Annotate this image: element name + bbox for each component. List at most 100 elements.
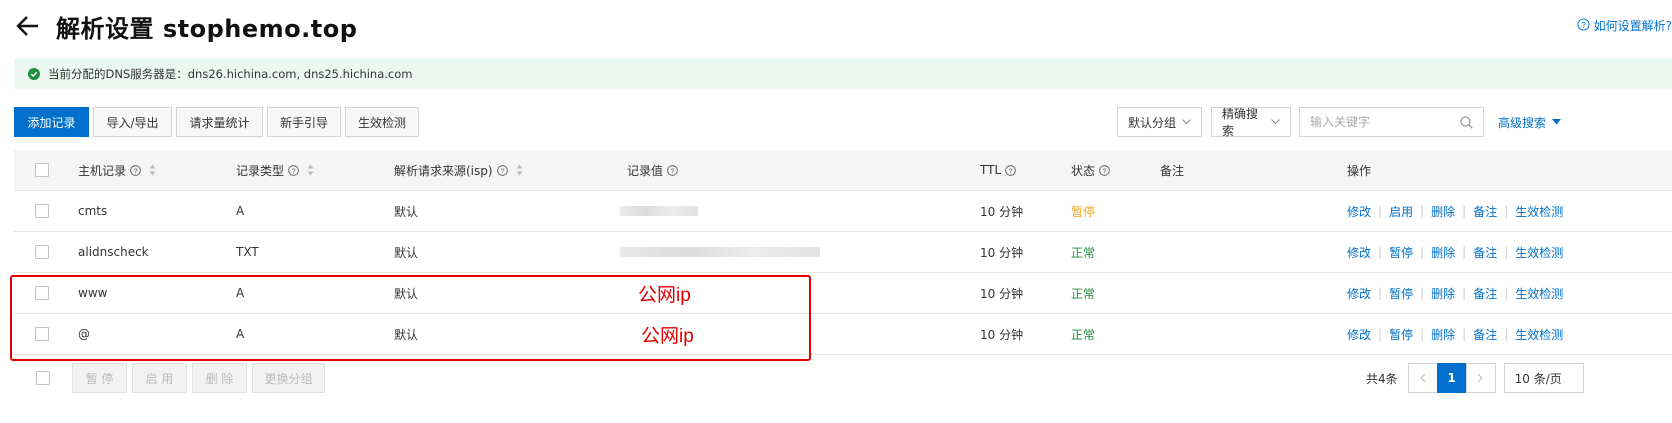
advanced-search-label: 高级搜索: [1498, 115, 1547, 130]
column-isp[interactable]: 解析请求来源(isp) ?: [394, 150, 523, 190]
pause-link[interactable]: 暂停: [1389, 285, 1413, 302]
divider: |: [1378, 245, 1383, 259]
next-page-button[interactable]: [1465, 363, 1496, 393]
search-mode-select[interactable]: 精确搜索: [1211, 107, 1291, 138]
divider: |: [1378, 327, 1383, 341]
delete-link[interactable]: 删除: [1431, 326, 1455, 343]
svg-text:?: ?: [1102, 166, 1106, 175]
question-circle-icon: ?: [1577, 17, 1590, 34]
question-circle-icon[interactable]: ?: [1005, 164, 1016, 176]
effect-check-link[interactable]: 生效检测: [1515, 244, 1563, 261]
ttl-cell: 10 分钟: [980, 245, 1024, 260]
page-size-select[interactable]: 10 条/页: [1503, 363, 1584, 393]
divider: |: [1462, 204, 1467, 218]
column-type-label: 记录类型: [236, 163, 285, 178]
question-circle-icon[interactable]: ?: [1099, 164, 1110, 176]
page-size-value: 10 条/页: [1514, 371, 1562, 386]
divider: |: [1504, 204, 1509, 218]
search-icon[interactable]: [1460, 116, 1473, 132]
column-actions: 操作: [1347, 150, 1371, 190]
divider: |: [1462, 327, 1467, 341]
batch-enable-button[interactable]: 启 用: [132, 363, 187, 393]
effect-check-link[interactable]: 生效检测: [1515, 203, 1563, 220]
group-select-value: 默认分组: [1128, 115, 1177, 130]
beginner-guide-button[interactable]: 新手引导: [267, 107, 341, 137]
back-arrow-icon[interactable]: [14, 12, 42, 40]
batch-pause-button[interactable]: 暂 停: [72, 363, 127, 393]
help-link-label: 如何设置解析?: [1593, 19, 1672, 33]
svg-text:?: ?: [1581, 19, 1586, 29]
host-cell: www: [78, 286, 108, 300]
question-circle-icon[interactable]: ?: [667, 164, 678, 176]
dns-server-notice: 当前分配的DNS服务器是：dns26.hichina.com, dns25.hi…: [14, 58, 1672, 89]
question-circle-icon[interactable]: ?: [288, 164, 299, 176]
sort-icon[interactable]: [307, 164, 314, 176]
isp-cell: 默认: [394, 204, 419, 219]
modify-link[interactable]: 修改: [1347, 326, 1371, 343]
footer-select-all-checkbox[interactable]: [36, 371, 50, 385]
batch-delete-button[interactable]: 删 除: [192, 363, 247, 393]
pause-link[interactable]: 暂停: [1389, 326, 1413, 343]
page-title: 解析设置 stophemo.top: [56, 14, 358, 43]
modify-link[interactable]: 修改: [1347, 244, 1371, 261]
row-checkbox[interactable]: [35, 245, 49, 259]
row-actions: 修改 | 暂停 | 删除 | 备注 | 生效检测: [1347, 232, 1563, 272]
column-host[interactable]: 主机记录 ?: [78, 150, 156, 190]
group-select[interactable]: 默认分组: [1117, 107, 1202, 137]
row-checkbox[interactable]: [35, 204, 49, 218]
remark-link[interactable]: 备注: [1473, 203, 1497, 220]
search-input[interactable]: [1310, 115, 1450, 129]
footer-select-all: [36, 371, 50, 385]
divider: |: [1420, 204, 1425, 218]
modify-link[interactable]: 修改: [1347, 203, 1371, 220]
table-row: cmts A 默认 10 分钟 暂停 修改 | 启用 | 删除 | 备注 | 生效检测: [14, 191, 1672, 232]
divider: |: [1420, 245, 1425, 259]
request-stats-button[interactable]: 请求量统计: [176, 107, 263, 137]
row-checkbox[interactable]: [35, 327, 49, 341]
type-cell: A: [236, 286, 245, 300]
isp-cell: 默认: [394, 286, 419, 301]
sort-icon[interactable]: [516, 164, 523, 176]
import-export-button[interactable]: 导入/导出: [93, 107, 172, 137]
sort-icon[interactable]: [149, 164, 156, 176]
modify-link[interactable]: 修改: [1347, 285, 1371, 302]
divider: |: [1504, 286, 1509, 300]
help-link[interactable]: ? 如何设置解析?: [1577, 17, 1672, 34]
advanced-search-link[interactable]: 高级搜索: [1498, 107, 1562, 137]
remark-link[interactable]: 备注: [1473, 326, 1497, 343]
add-record-button[interactable]: 添加记录: [14, 107, 89, 137]
divider: |: [1504, 327, 1509, 341]
question-circle-icon[interactable]: ?: [496, 164, 508, 176]
column-value-label: 记录值: [627, 163, 664, 178]
remark-link[interactable]: 备注: [1473, 244, 1497, 261]
page-number[interactable]: 1: [1436, 363, 1467, 393]
caret-down-icon: [1552, 119, 1562, 125]
divider: |: [1462, 286, 1467, 300]
divider: |: [1378, 286, 1383, 300]
divider: |: [1420, 327, 1425, 341]
delete-link[interactable]: 删除: [1431, 285, 1455, 302]
delete-link[interactable]: 删除: [1431, 203, 1455, 220]
select-all-cell: [35, 150, 49, 190]
pause-link[interactable]: 暂停: [1389, 244, 1413, 261]
row-select-cell: [35, 232, 49, 272]
enable-link[interactable]: 启用: [1389, 203, 1413, 220]
column-remark: 备注: [1160, 150, 1184, 190]
prev-page-button[interactable]: [1407, 363, 1438, 393]
row-select-cell: [35, 273, 49, 313]
delete-link[interactable]: 删除: [1431, 244, 1455, 261]
divider: |: [1504, 245, 1509, 259]
column-type[interactable]: 记录类型 ?: [236, 150, 314, 190]
remark-link[interactable]: 备注: [1473, 285, 1497, 302]
effect-check-button[interactable]: 生效检测: [345, 107, 419, 137]
page-header: 解析设置 stophemo.top: [14, 8, 357, 44]
effect-check-link[interactable]: 生效检测: [1515, 285, 1563, 302]
select-all-checkbox[interactable]: [35, 163, 49, 177]
change-group-button[interactable]: 更换分组: [252, 363, 325, 393]
column-ttl-label: TTL: [980, 163, 1002, 177]
question-circle-icon[interactable]: ?: [130, 164, 141, 176]
value-cell: 公网ip: [638, 284, 691, 306]
row-actions: 修改 | 暂停 | 删除 | 备注 | 生效检测: [1347, 314, 1563, 354]
effect-check-link[interactable]: 生效检测: [1515, 326, 1563, 343]
row-checkbox[interactable]: [35, 286, 49, 300]
